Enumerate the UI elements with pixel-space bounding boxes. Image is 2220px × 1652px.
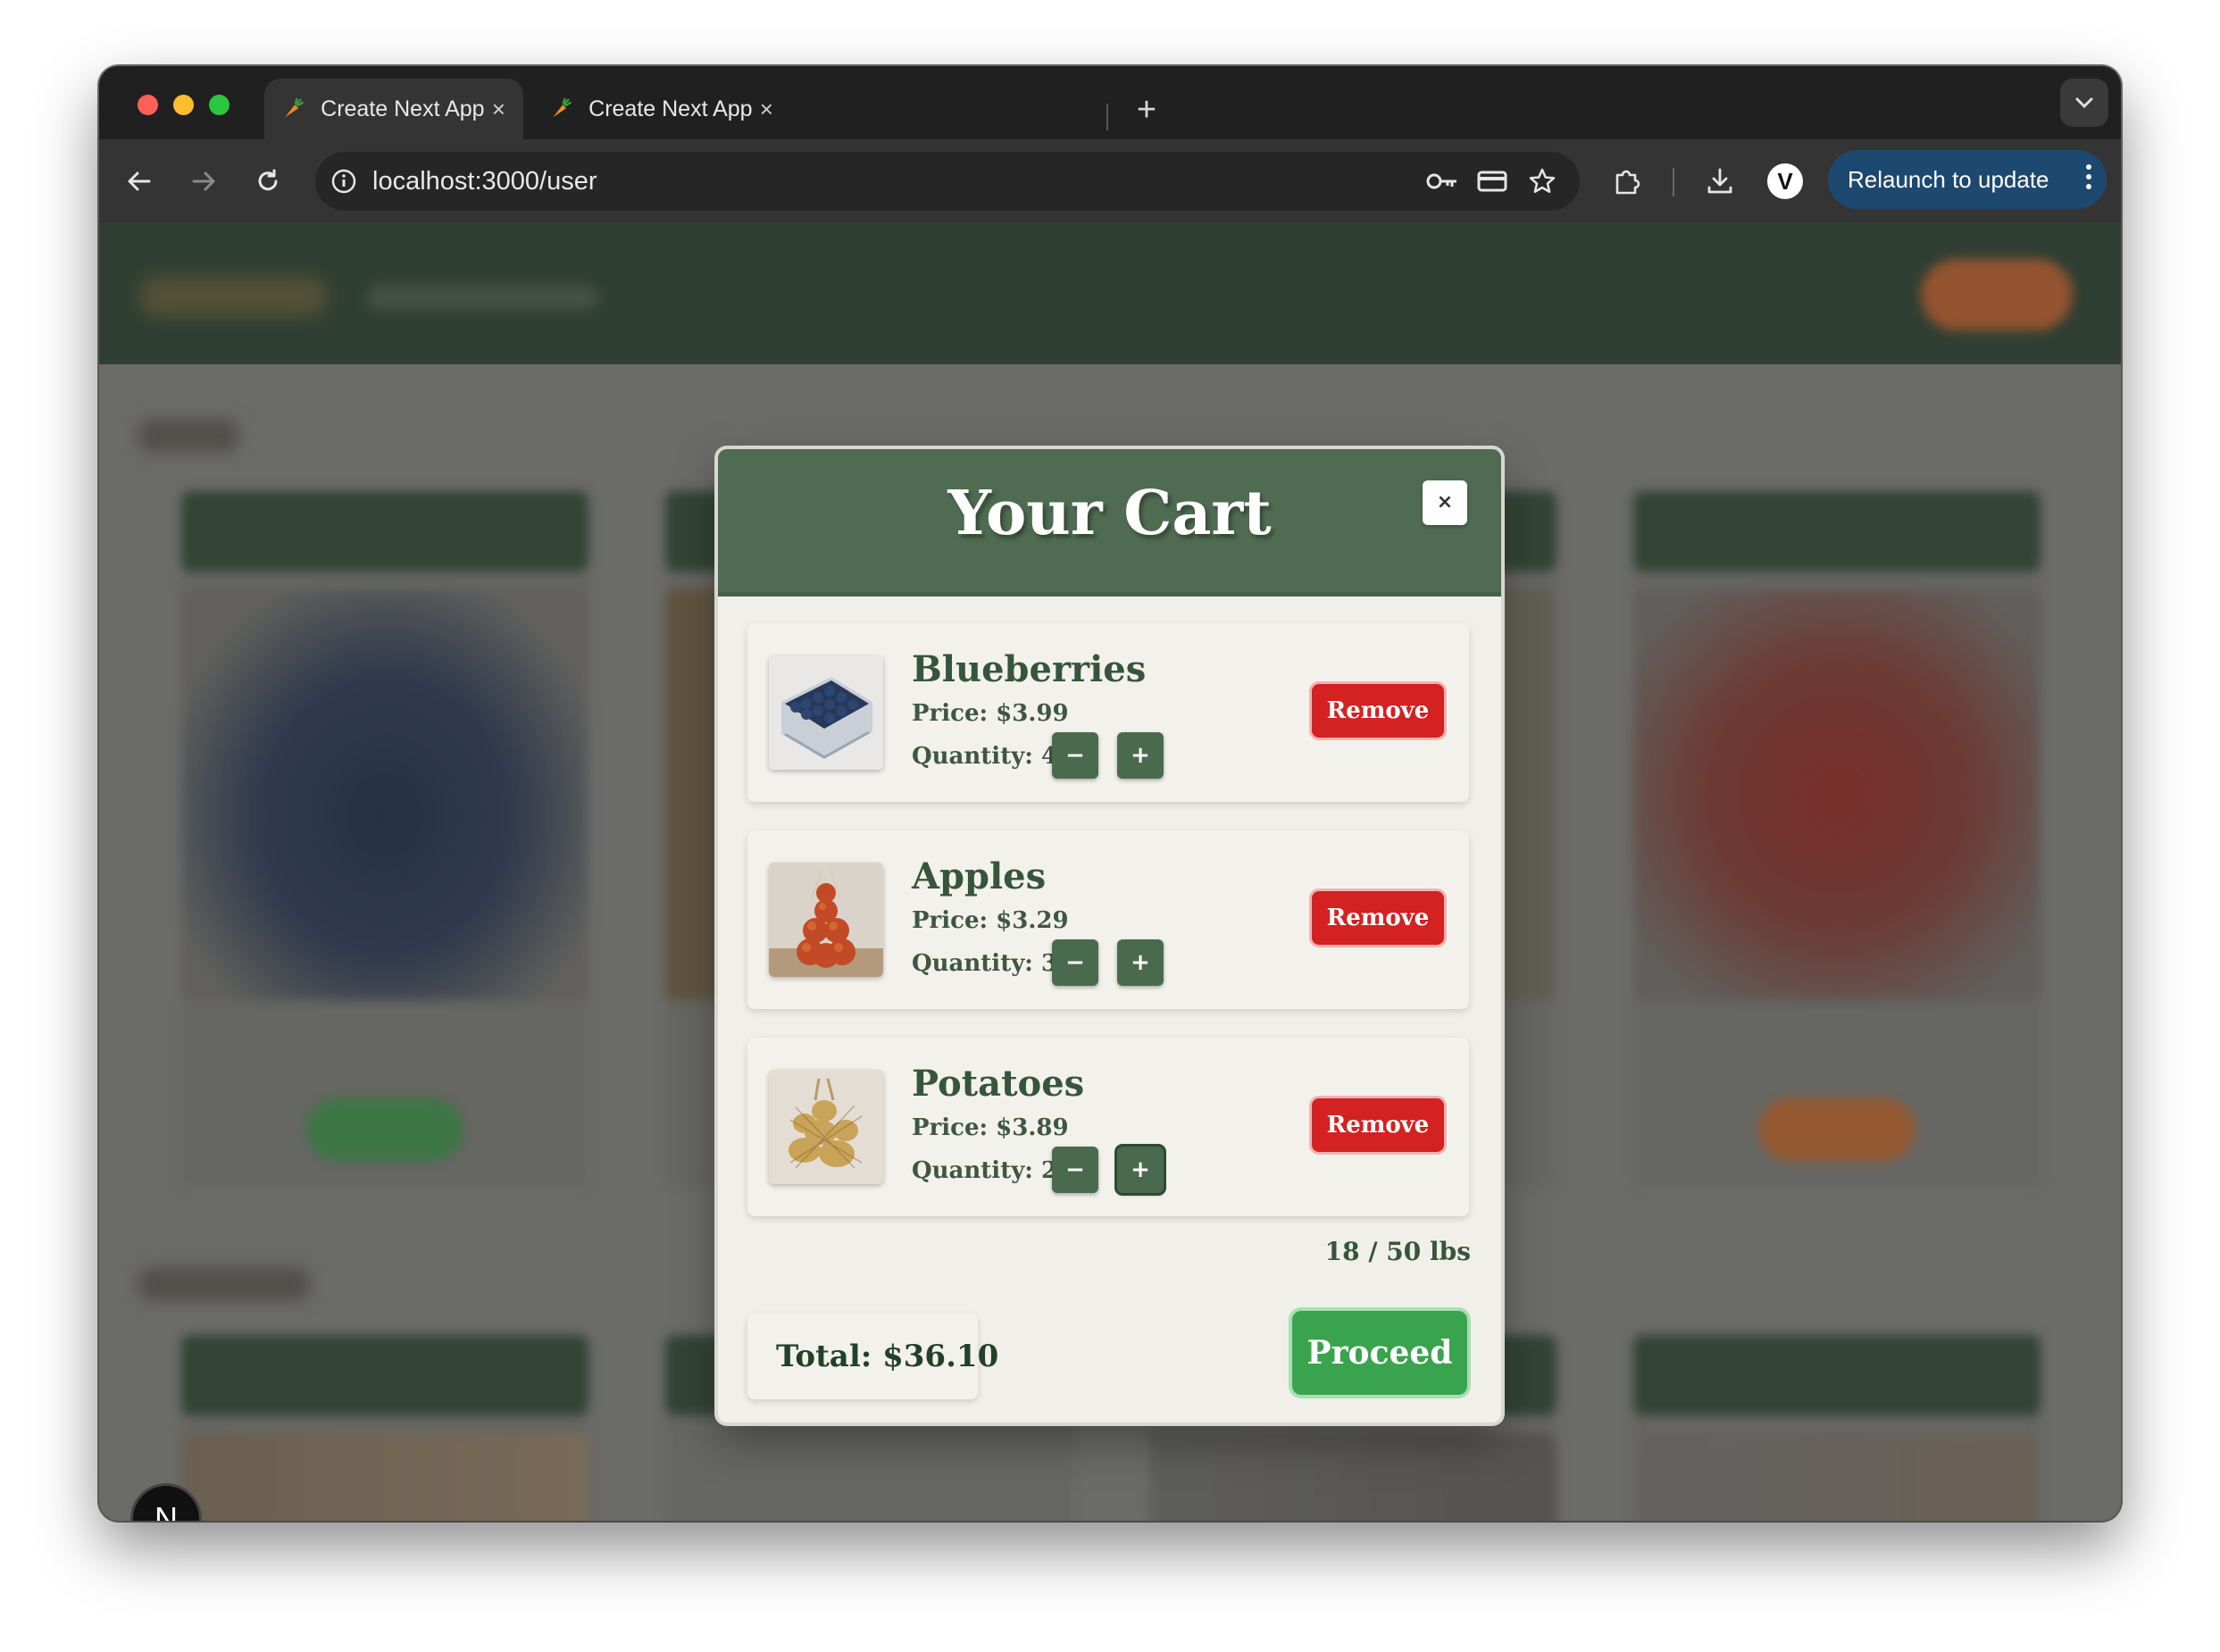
cart-modal: Your Cart × Blueberries Price: $3.99 Qua… (718, 449, 1501, 1423)
extensions-button[interactable] (1605, 159, 1649, 204)
blueberries-image (769, 655, 883, 770)
reload-button[interactable] (246, 159, 290, 204)
url-text[interactable]: localhost:3000/user (372, 167, 1417, 196)
tab-strip: Create Next App × Create Next App × + (99, 66, 2121, 139)
tab-title: Create Next App (321, 96, 485, 121)
item-name: Potatoes (912, 1063, 1085, 1105)
cart-weight: 18 / 50 lbs (1324, 1237, 1471, 1266)
close-cart-button[interactable]: × (1423, 480, 1467, 525)
tab-close-icon[interactable]: × (753, 96, 780, 123)
card-icon[interactable] (1467, 159, 1517, 204)
key-icon[interactable] (1417, 159, 1467, 204)
back-button[interactable] (117, 159, 162, 204)
forward-button[interactable] (181, 159, 226, 204)
apples-image (769, 863, 883, 977)
decrease-quantity-button[interactable]: − (1052, 1147, 1098, 1193)
relaunch-label: Relaunch to update (1848, 165, 2049, 193)
close-window-button[interactable] (138, 95, 158, 115)
maximize-window-button[interactable] (209, 95, 230, 115)
decrease-quantity-button[interactable]: − (1052, 939, 1098, 986)
remove-item-button[interactable]: Remove (1312, 684, 1444, 738)
extensions-icon (1615, 170, 1640, 195)
item-quantity: Quantity: 2 (912, 1157, 1058, 1184)
cart-title: Your Cart (947, 478, 1272, 549)
minimize-window-button[interactable] (173, 95, 194, 115)
toolbar-divider (1673, 168, 1674, 196)
item-quantity: Quantity: 3 (912, 950, 1058, 977)
remove-item-button[interactable]: Remove (1312, 891, 1444, 945)
tab-divider (1106, 104, 1108, 130)
download-icon (1707, 168, 1732, 194)
more-icon[interactable] (2071, 163, 2107, 196)
item-name: Apples (912, 855, 1047, 897)
star-icon[interactable] (1517, 159, 1567, 204)
page-viewport: Your Cart × Blueberries Price: $3.99 Qua… (99, 223, 2121, 1521)
relaunch-to-update-button[interactable]: Relaunch to update (1828, 150, 2107, 209)
new-tab-button[interactable]: + (1124, 88, 1169, 132)
tab-create-next-app-1[interactable]: Create Next App × (264, 79, 523, 139)
increase-quantity-button[interactable]: + (1117, 1147, 1164, 1193)
item-price: Price: $3.89 (912, 1114, 1069, 1141)
address-bar[interactable]: localhost:3000/user (315, 152, 1580, 211)
carrot-icon (285, 97, 304, 118)
browser-window: Create Next App × Create Next App × + lo… (99, 66, 2121, 1521)
cart-modal-header: Your Cart × (718, 449, 1501, 597)
site-info-icon[interactable] (328, 165, 360, 197)
remove-item-button[interactable]: Remove (1312, 1098, 1444, 1152)
potatoes-image (769, 1070, 883, 1184)
carrot-icon (553, 97, 572, 118)
chevron-down-icon (2075, 97, 2093, 109)
increase-quantity-button[interactable]: + (1117, 939, 1164, 986)
forward-icon (192, 171, 215, 191)
proceed-button[interactable]: Proceed (1292, 1311, 1467, 1395)
profile-avatar[interactable]: V (1767, 163, 1803, 199)
item-quantity: Quantity: 4 (912, 743, 1058, 770)
cart-total-box: Total: $36.10 (747, 1314, 998, 1399)
download-button[interactable] (1698, 159, 1742, 204)
browser-toolbar: localhost:3000/user V Relaunch to update (99, 139, 2121, 223)
back-icon (128, 171, 151, 191)
reload-icon (258, 169, 278, 191)
tab-title: Create Next App (588, 96, 753, 121)
item-name: Blueberries (912, 648, 1147, 690)
cart-total: Total: $36.10 (776, 1339, 999, 1374)
tab-close-icon[interactable]: × (485, 96, 513, 123)
tab-create-next-app-2[interactable]: Create Next App × (532, 79, 791, 139)
cart-item-potatoes: Potatoes Price: $3.89 Quantity: 2 − + Re… (747, 1038, 1469, 1216)
tab-search-button[interactable] (2060, 79, 2108, 127)
increase-quantity-button[interactable]: + (1117, 732, 1164, 779)
cart-item-blueberries: Blueberries Price: $3.99 Quantity: 4 − +… (747, 623, 1469, 802)
cart-item-apples: Apples Price: $3.29 Quantity: 3 − + Remo… (747, 830, 1469, 1009)
item-price: Price: $3.99 (912, 700, 1069, 727)
item-price: Price: $3.29 (912, 907, 1069, 934)
decrease-quantity-button[interactable]: − (1052, 732, 1098, 779)
